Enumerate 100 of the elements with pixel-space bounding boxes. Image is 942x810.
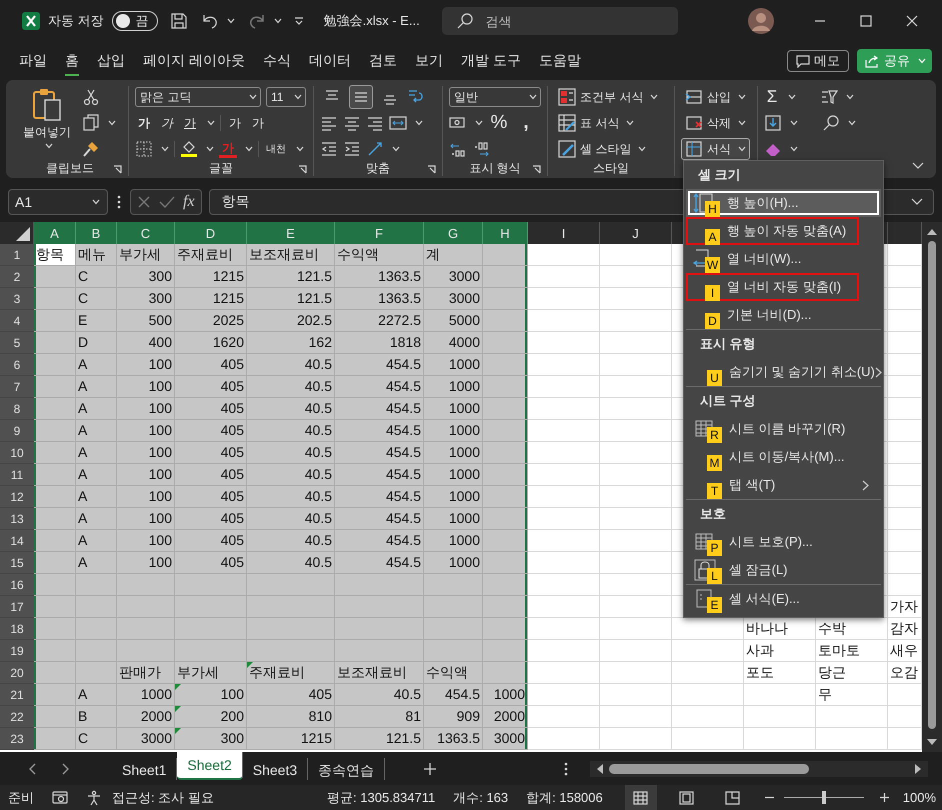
menu-item[interactable]: T 탭 색(T) [688, 471, 879, 499]
ribbon-tab[interactable]: 파일 [10, 48, 56, 74]
middle-align-icon[interactable] [349, 85, 373, 109]
find-icon[interactable] [822, 114, 840, 132]
row-header[interactable]: 18 [0, 618, 34, 640]
caret-icon[interactable] [846, 94, 854, 100]
decrease-decimal-icon[interactable] [472, 140, 490, 158]
decrease-font-size-button[interactable]: 가 [249, 114, 267, 132]
row-header[interactable]: 3 [0, 288, 34, 310]
scrollbar-thumb[interactable] [928, 241, 936, 729]
menu-item[interactable]: E 셀 서식(E)... [688, 585, 879, 613]
row-header[interactable]: 19 [0, 640, 34, 662]
select-all-button[interactable] [16, 227, 30, 241]
decrease-indent-icon[interactable] [320, 140, 338, 158]
caret-icon[interactable] [392, 146, 400, 152]
phonetic-guide-button[interactable]: 내천 [264, 142, 288, 156]
row-header[interactable]: 8 [0, 398, 34, 420]
font-name-dropdown[interactable]: 맑은 고딕 [135, 87, 261, 107]
row-header[interactable]: 16 [0, 574, 34, 596]
dialog-launcher-icon[interactable] [427, 165, 436, 174]
caret-icon[interactable] [274, 18, 282, 24]
fill-down-icon[interactable] [764, 114, 782, 132]
ribbon-tab[interactable]: 검토 [360, 48, 406, 74]
search-field[interactable]: 검색 [442, 7, 678, 35]
comma-button[interactable]: , [515, 112, 537, 134]
increase-indent-icon[interactable] [343, 140, 361, 158]
increase-font-size-button[interactable]: 가 [226, 114, 244, 132]
insert-function-button[interactable]: fx [183, 193, 195, 211]
caret-icon[interactable] [207, 120, 215, 126]
row-header[interactable]: 4 [0, 310, 34, 332]
caret-icon[interactable] [249, 94, 257, 100]
zoom-level[interactable]: 100% [902, 790, 936, 805]
row-header[interactable]: 15 [0, 552, 34, 574]
ribbon-tab[interactable]: 도움말 [530, 48, 590, 74]
column-header[interactable]: G [424, 222, 483, 244]
underline-button[interactable]: 가 [181, 114, 199, 132]
cell-styles-button[interactable]: 셀 스타일 [554, 138, 662, 160]
column-header[interactable]: A [34, 222, 76, 244]
caret-icon[interactable] [788, 94, 796, 100]
column-header[interactable]: E [247, 222, 335, 244]
caret-icon[interactable] [626, 120, 634, 126]
save-icon[interactable] [170, 12, 188, 30]
bold-button[interactable]: 가 [135, 114, 153, 132]
borders-icon[interactable] [135, 140, 153, 158]
add-sheet-icon[interactable] [423, 762, 438, 776]
avatar-icon[interactable] [748, 8, 774, 34]
sheet-tab[interactable]: 종속연습 [308, 758, 386, 780]
menu-item[interactable]: I 열 너비 자동 맞춤(I) [686, 273, 859, 301]
insert-cells-button[interactable]: 삽입 [681, 86, 750, 108]
format-painter-icon[interactable] [82, 140, 100, 158]
caret-icon[interactable] [296, 146, 304, 152]
dialog-launcher-icon[interactable] [113, 165, 122, 174]
comments-button[interactable]: 메모 [787, 50, 849, 72]
dialog-launcher-icon[interactable] [298, 165, 307, 174]
ribbon-tab[interactable]: 개발 도구 [452, 48, 530, 74]
scroll-down-icon[interactable] [927, 739, 937, 746]
accessibility-status[interactable]: 접근성: 조사 필요 [112, 788, 214, 806]
caret-icon[interactable] [206, 146, 214, 152]
caret-icon[interactable] [790, 120, 798, 126]
menu-item[interactable]: L 셀 잠금(L) [688, 556, 879, 584]
ribbon-tab[interactable]: 수식 [254, 48, 300, 74]
column-header[interactable]: I [528, 222, 600, 244]
sort-filter-icon[interactable] [820, 88, 838, 106]
format-table-button[interactable]: 표 서식 [554, 112, 662, 134]
ribbon-tab[interactable]: 데이터 [300, 48, 360, 74]
row-header[interactable]: 11 [0, 464, 34, 486]
menu-item[interactable]: P 시트 보호(P)... [688, 528, 879, 556]
close-icon[interactable] [906, 15, 918, 27]
menu-item[interactable]: U 숨기기 및 숨기기 취소(U) [688, 358, 879, 386]
font-size-dropdown[interactable]: 11 [266, 87, 306, 107]
customize-toolbar-icon[interactable] [294, 16, 304, 26]
column-header[interactable]: B [76, 222, 117, 244]
scroll-left-icon[interactable] [596, 764, 603, 774]
fill-color-icon[interactable] [180, 140, 198, 158]
accessibility-icon[interactable] [86, 790, 102, 806]
column-header[interactable]: D [175, 222, 247, 244]
row-header[interactable]: 12 [0, 486, 34, 508]
caret-icon[interactable] [738, 146, 746, 152]
scissors-icon[interactable] [82, 88, 100, 106]
conditional-format-button[interactable]: 조건부 서식 [554, 86, 662, 108]
menu-item[interactable]: R 시트 이름 바꾸기(R) [688, 415, 879, 443]
previous-sheet-icon[interactable] [28, 762, 36, 774]
vertical-scrollbar[interactable] [922, 222, 942, 752]
column-header[interactable]: C [117, 222, 175, 244]
horizontal-scrollbar[interactable] [590, 760, 928, 776]
row-header[interactable]: 2 [0, 266, 34, 288]
percent-button[interactable]: % [488, 112, 510, 134]
scrollbar-thumb[interactable] [609, 764, 809, 774]
row-header[interactable]: 5 [0, 332, 34, 354]
caret-icon[interactable] [161, 146, 169, 152]
italic-button[interactable]: 가 [158, 114, 176, 132]
caret-icon[interactable] [245, 146, 253, 152]
column-header[interactable]: H [483, 222, 528, 244]
expand-formula-icon[interactable] [911, 198, 923, 206]
row-header[interactable]: 17 [0, 596, 34, 618]
number-format-dropdown[interactable]: 일반 [449, 87, 541, 107]
row-header[interactable]: 22 [0, 706, 34, 728]
caret-icon[interactable] [415, 120, 423, 126]
autosum-button[interactable]: Σ [764, 87, 780, 107]
caret-icon[interactable] [108, 120, 116, 126]
